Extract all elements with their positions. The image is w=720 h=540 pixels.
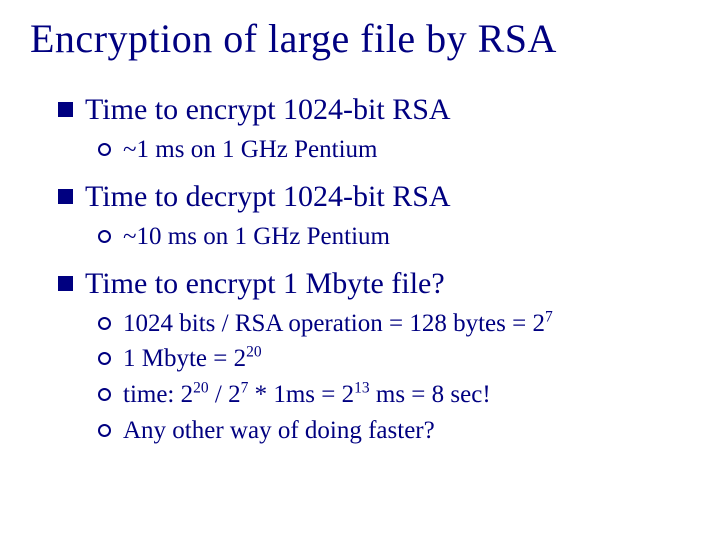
circle-bullet-icon: [98, 424, 111, 437]
bullet-level-2: time: 220 / 27 * 1ms = 213 ms = 8 sec!: [98, 378, 690, 412]
sub-bullet-text: 1 Mbyte = 220: [123, 342, 262, 376]
sub-bullet-text: 1024 bits / RSA operation = 128 bytes = …: [123, 307, 553, 341]
bullet-text: Time to encrypt 1024-bit RSA: [85, 90, 451, 129]
bullet-level-1: Time to encrypt 1024-bit RSA: [58, 90, 690, 129]
sub-bullet-text: ~10 ms on 1 GHz Pentium: [123, 220, 390, 254]
sub-bullet-text: time: 220 / 27 * 1ms = 213 ms = 8 sec!: [123, 378, 491, 412]
circle-bullet-icon: [98, 317, 111, 330]
circle-bullet-icon: [98, 143, 111, 156]
slide-content: Time to encrypt 1024-bit RSA ~1 ms on 1 G…: [30, 90, 690, 448]
bullet-level-1: Time to decrypt 1024-bit RSA: [58, 177, 690, 216]
bullet-level-2: ~1 ms on 1 GHz Pentium: [98, 133, 690, 167]
sub-bullet-text: ~1 ms on 1 GHz Pentium: [123, 133, 378, 167]
bullet-text: Time to encrypt 1 Mbyte file?: [85, 264, 445, 303]
circle-bullet-icon: [98, 230, 111, 243]
circle-bullet-icon: [98, 388, 111, 401]
circle-bullet-icon: [98, 352, 111, 365]
bullet-level-2: 1024 bits / RSA operation = 128 bytes = …: [98, 307, 690, 341]
square-bullet-icon: [58, 189, 73, 204]
slide-title: Encryption of large file by RSA: [30, 15, 690, 62]
bullet-text: Time to decrypt 1024-bit RSA: [85, 177, 451, 216]
bullet-level-2: 1 Mbyte = 220: [98, 342, 690, 376]
sub-bullet-text: Any other way of doing faster?: [123, 414, 435, 448]
bullet-level-2: Any other way of doing faster?: [98, 414, 690, 448]
bullet-level-1: Time to encrypt 1 Mbyte file?: [58, 264, 690, 303]
bullet-level-2: ~10 ms on 1 GHz Pentium: [98, 220, 690, 254]
square-bullet-icon: [58, 276, 73, 291]
square-bullet-icon: [58, 102, 73, 117]
